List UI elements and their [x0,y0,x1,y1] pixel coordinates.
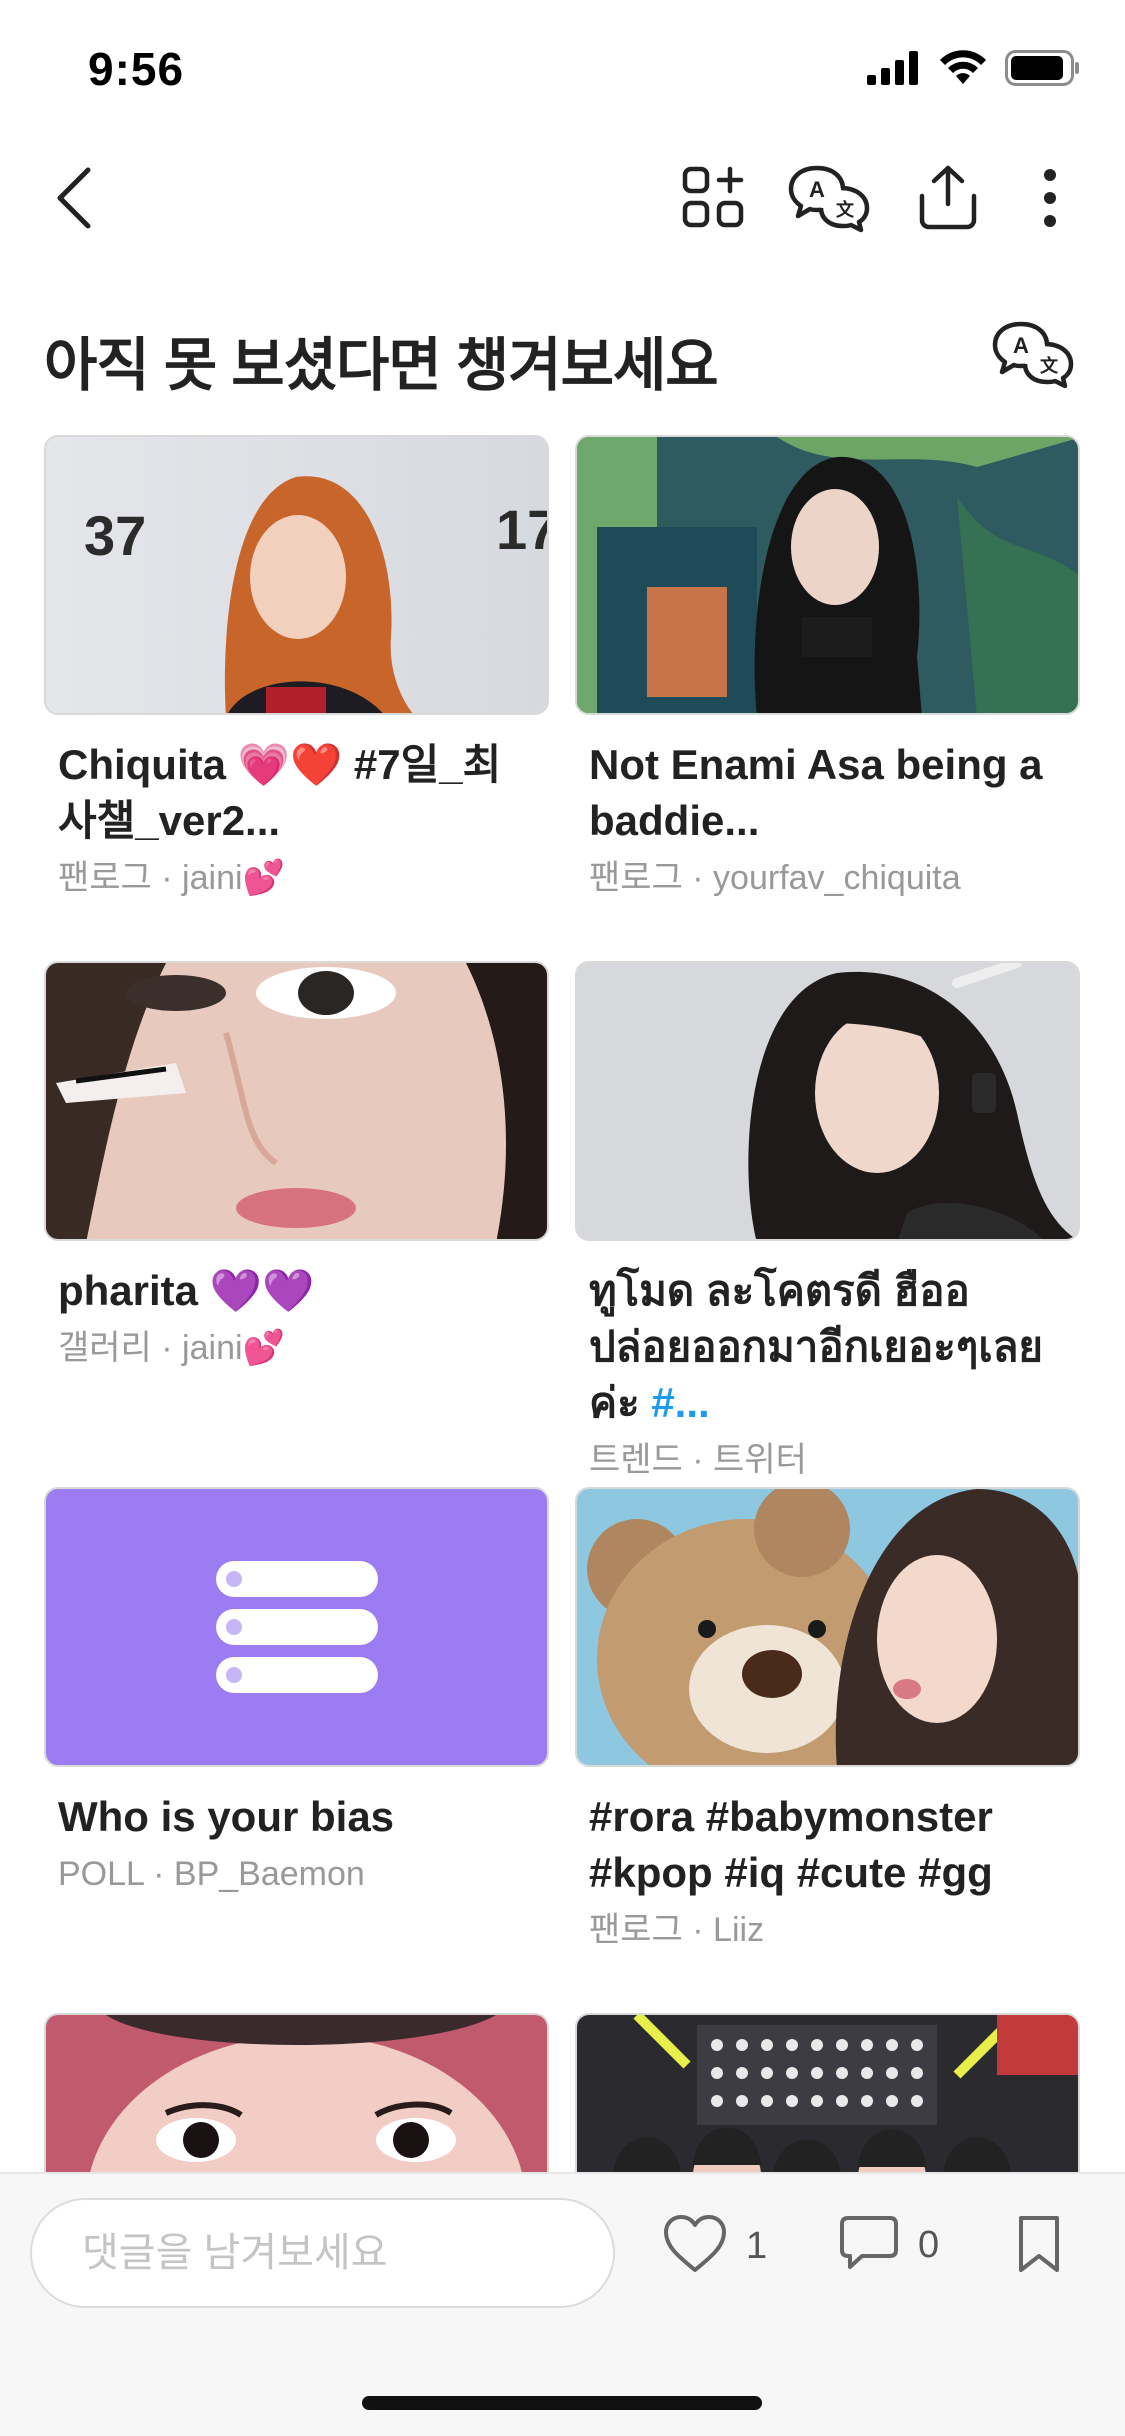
post-title: Chiquita 💗❤️ #7일_최사챌_ver2... [58,741,502,844]
more-button[interactable] [1008,158,1092,242]
post-meta: 팬로그 · jaini💕 [58,859,285,897]
more-icon [1043,168,1057,233]
post-meta: 팬로그 · yourfav_chiquita [589,859,961,897]
bottom-bar: 1 0 [0,2172,1125,2436]
status-bar: 9:56 [0,0,1125,140]
comment-input[interactable] [30,2198,615,2308]
section-title: 아직 못 보셨다면 챙겨보세요 [44,333,719,398]
svg-text:17: 17 [496,498,549,561]
like-button[interactable]: 1 [662,2214,767,2279]
heart-icon [662,2214,728,2279]
screen: 9:56 A 文 아직 못 보셨다면 챙겨보세요 A 文 37 1 Chiqui… [0,0,1125,2436]
post-title: pharita 💜💜 [58,1267,315,1314]
post-title: #rora #babymonster #kpop #iq #cute #gg [589,1793,993,1896]
poll-thumbnail [44,1487,549,1767]
post-title: Not Enami Asa being a baddie... [589,741,1043,844]
svg-text:文: 文 [1040,355,1059,377]
poll-card[interactable]: Who is your bias POLL · BP_Baemon [44,1487,549,1899]
battery-icon [1005,50,1081,91]
status-time: 9:56 [88,43,185,95]
translate-button[interactable]: A 文 [787,158,871,242]
svg-text:A: A [1013,333,1029,358]
add-widget-icon [681,165,747,236]
post-meta: POLL · BP_Baemon [58,1855,365,1893]
post-thumbnail [44,961,549,1241]
post-meta: 트렌드 · 트위터 [589,1441,807,1479]
translate-icon: A 文 [787,162,871,239]
back-button[interactable] [32,158,116,242]
bookmark-icon [1016,2214,1062,2279]
svg-text:A: A [809,177,825,202]
post-meta: 팬로그 · Liiz [589,1911,765,1949]
post-thumbnail: 37 17 [44,435,549,715]
status-icons [867,50,1081,91]
post-title: ทูโมด ละโคตรดี ฮืออ ปล่อยออกมาอีกเยอะๆเล… [575,1263,1080,1431]
post-card[interactable]: pharita 💜💜 갤러리 · jaini💕 [44,961,549,1373]
poll-list-icon [216,1561,381,1702]
share-icon [916,164,980,237]
post-thumbnail [575,1487,1080,1767]
translate-icon: A 文 [991,321,1075,394]
post-card[interactable]: 37 17 Chiquita 💗❤️ #7일_최사챌_ver2... 팬로그 ·… [44,435,549,903]
back-icon [52,166,96,235]
wifi-icon [939,50,987,91]
add-widget-button[interactable] [672,158,756,242]
post-thumbnail [575,435,1080,715]
post-meta: 갤러리 · jaini💕 [58,1329,285,1367]
top-nav: A 文 [0,140,1125,260]
section-translate-button[interactable]: A 文 [991,318,1081,398]
post-title-hashtag[interactable]: #... [651,1379,709,1426]
post-card[interactable]: ทูโมด ละโคตรดี ฮืออ ปล่อยออกมาอีกเยอะๆเล… [575,961,1080,1485]
home-indicator [362,2396,762,2410]
post-title: Who is your bias [58,1793,395,1840]
post-card[interactable]: Not Enami Asa being a baddie... 팬로그 · yo… [575,435,1080,903]
bookmark-button[interactable] [1016,2214,1062,2279]
post-thumbnail [575,961,1080,1241]
cellular-signal-icon [867,51,921,90]
comment-count: 0 [918,2224,940,2266]
comment-button[interactable]: 0 [838,2214,939,2277]
svg-text:文: 文 [836,199,855,221]
share-button[interactable] [906,158,990,242]
svg-text:37: 37 [84,504,146,567]
post-card[interactable]: #rora #babymonster #kpop #iq #cute #gg 팬… [575,1487,1080,1955]
comment-icon [838,2214,900,2277]
like-count: 1 [746,2225,768,2267]
